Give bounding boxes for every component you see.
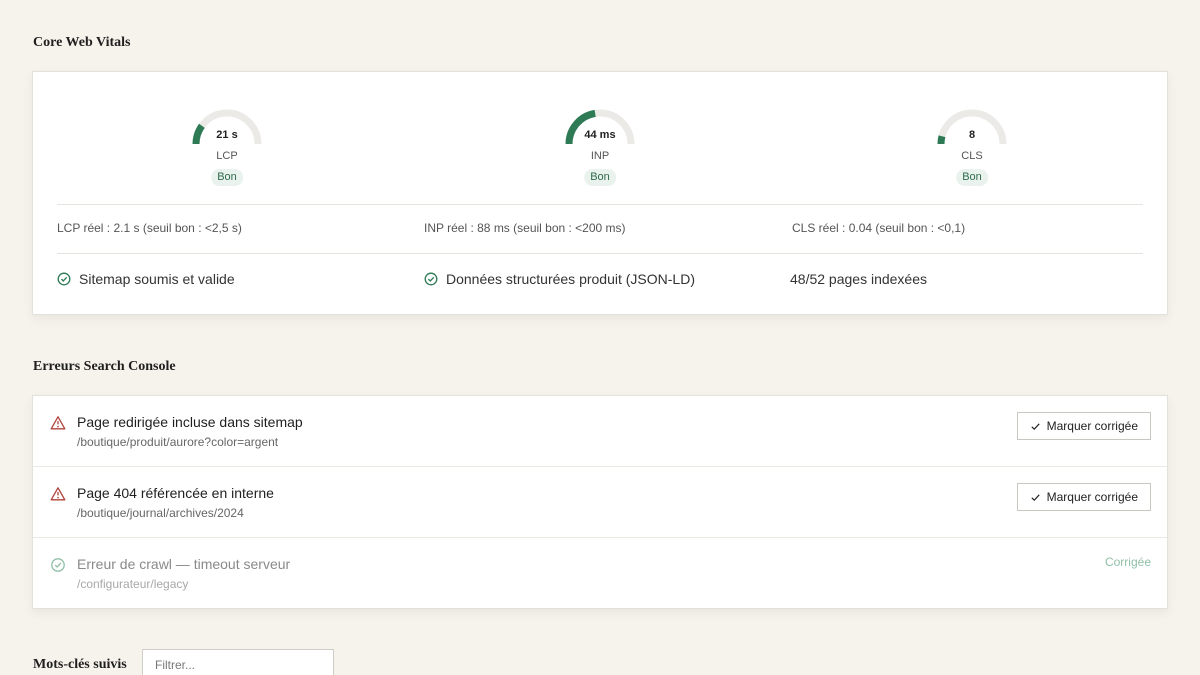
mark-fixed-label: Marquer corrigée xyxy=(1046,419,1138,433)
error-title: Erreur de crawl — timeout serveur xyxy=(77,556,291,572)
gauge-cls-label: CLS xyxy=(961,150,983,162)
error-title: Page 404 référencée en interne xyxy=(77,485,274,501)
warning-triangle-icon xyxy=(50,487,66,501)
error-row: Page redirigée incluse dans sitemap /bou… xyxy=(33,396,1167,467)
check-circle-icon xyxy=(51,558,65,572)
status-structured-data: Données structurées produit (JSON-LD) xyxy=(424,271,695,287)
mark-fixed-button[interactable]: Marquer corrigée xyxy=(1016,483,1151,511)
error-path: /boutique/produit/aurore?color=argent xyxy=(77,435,279,449)
check-icon xyxy=(1031,422,1040,430)
status-indexed-pages: 48/52 pages indexées xyxy=(790,271,927,287)
error-title: Page redirigée incluse dans sitemap xyxy=(77,414,303,430)
keyword-filter-input[interactable] xyxy=(142,649,334,675)
error-path: /boutique/journal/archives/2024 xyxy=(77,506,244,520)
section-title-tracked-keywords: Mots-clés suivis xyxy=(33,657,127,672)
check-icon xyxy=(1031,493,1040,501)
lcp-real-text: LCP réel : 2.1 s (seuil bon : <2,5 s) xyxy=(57,221,242,235)
core-web-vitals-card: 21 s LCP Bon 44 ms INP Bon 8 CLS Bon LCP… xyxy=(32,71,1168,315)
status-sitemap: Sitemap soumis et valide xyxy=(57,271,235,287)
status-indexed-pages-label: 48/52 pages indexées xyxy=(790,271,927,287)
gauge-inp-badge: Bon xyxy=(584,169,616,186)
gauge-lcp-value: 21 s xyxy=(216,129,238,141)
gauge-inp-label: INP xyxy=(590,150,610,162)
gauge-lcp-badge: Bon xyxy=(211,169,243,186)
fixed-status-label: Corrigée xyxy=(1104,555,1151,569)
section-title-core-web-vitals: Core Web Vitals xyxy=(33,35,131,50)
error-path: /configurateur/legacy xyxy=(77,577,189,591)
warning-triangle-icon xyxy=(50,416,66,430)
error-row-resolved: Erreur de crawl — timeout serveur /confi… xyxy=(33,538,1167,609)
mark-fixed-label: Marquer corrigée xyxy=(1046,490,1138,504)
check-circle-icon xyxy=(424,272,438,286)
check-circle-icon xyxy=(57,272,71,286)
status-sitemap-label: Sitemap soumis et valide xyxy=(79,271,235,287)
gauge-cls-badge: Bon xyxy=(956,169,988,186)
gauge-lcp-label: LCP xyxy=(216,150,238,162)
gauge-lcp: 21 s LCP Bon xyxy=(167,108,287,186)
status-structured-data-label: Données structurées produit (JSON-LD) xyxy=(446,271,695,287)
inp-real-text: INP réel : 88 ms (seuil bon : <200 ms) xyxy=(424,221,626,235)
error-row: Page 404 référencée en interne /boutique… xyxy=(33,467,1167,538)
section-title-search-console-errors: Erreurs Search Console xyxy=(33,359,176,374)
mark-fixed-button[interactable]: Marquer corrigée xyxy=(1016,412,1151,440)
gauge-inp: 44 ms INP Bon xyxy=(540,108,660,186)
cls-real-text: CLS réel : 0.04 (seuil bon : <0,1) xyxy=(792,221,966,235)
divider xyxy=(57,204,1143,205)
gauge-cls-value: 8 xyxy=(968,129,976,141)
gauge-inp-value: 44 ms xyxy=(584,129,616,141)
divider xyxy=(57,253,1143,254)
gauge-cls: 8 CLS Bon xyxy=(912,108,1032,186)
search-console-errors-card: Page redirigée incluse dans sitemap /bou… xyxy=(32,395,1168,609)
